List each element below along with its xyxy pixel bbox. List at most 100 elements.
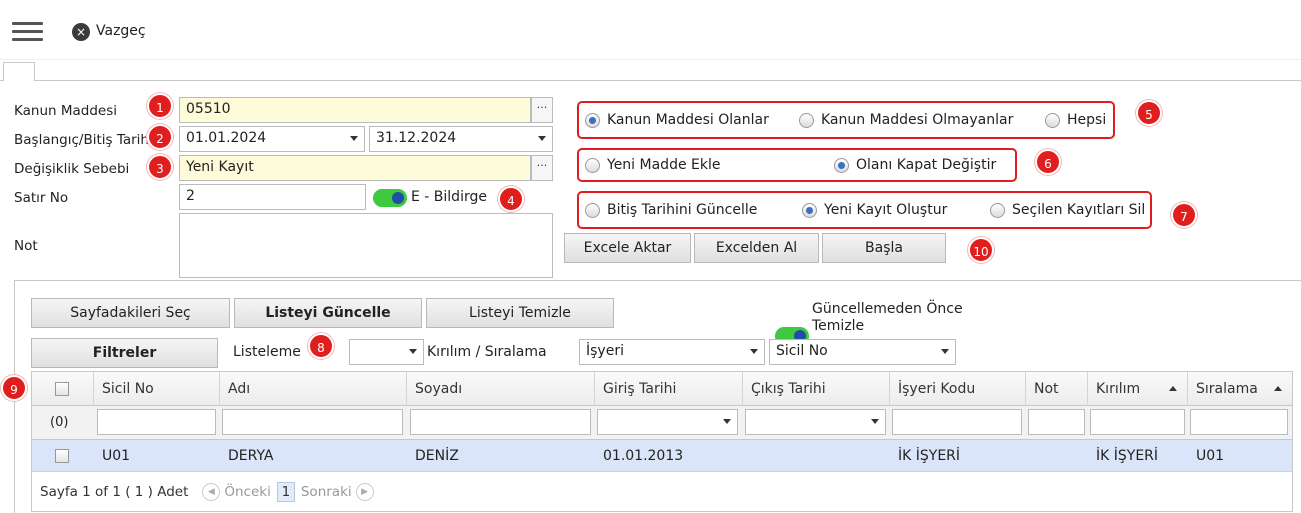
select-all-cell (32, 372, 94, 406)
select-page-button[interactable]: Sayfadakileri Seç (31, 298, 230, 328)
radio-secilen-kayitlari-sil[interactable]: Seçilen Kayıtları Sil (990, 200, 1145, 220)
ebildirge-toggle[interactable] (373, 189, 407, 207)
kirilim-select[interactable]: İşyeri (579, 339, 765, 365)
satir-no-input[interactable]: 2 (179, 184, 366, 210)
radio-bitis-tarihini-guncelle[interactable]: Bitiş Tarihini Güncelle (585, 200, 757, 220)
ebildirge-label: E - Bildirge (411, 189, 487, 205)
column-siralama[interactable]: Sıralama (1188, 372, 1292, 406)
data-grid: Sicil No Adı Soyadı Giriş Tarihi Çıkış T… (31, 371, 1293, 512)
sort-ascending-icon (1169, 386, 1177, 391)
radio-on-icon (585, 112, 600, 128)
column-soyadi[interactable]: Soyadı (407, 372, 595, 406)
filter-not[interactable] (1028, 409, 1085, 435)
column-isyeri-kodu[interactable]: İşyeri Kodu (890, 372, 1026, 406)
radio-on-icon (834, 157, 849, 173)
filters-button[interactable]: Filtreler (31, 338, 218, 368)
siralama-select[interactable]: Sicil No (769, 339, 956, 365)
filter-cikis-tarihi[interactable] (745, 409, 886, 435)
radio-label: Yeni Madde Ekle (607, 157, 721, 173)
badge-1: 1 (147, 93, 173, 119)
filter-giris-tarihi[interactable] (597, 409, 738, 435)
cell-siralama: U01 (1196, 448, 1225, 464)
start-button[interactable]: Başla (822, 233, 946, 263)
radio-kanun-maddesi-olmayanlar[interactable]: Kanun Maddesi Olmayanlar (799, 110, 1013, 130)
refresh-list-button[interactable]: Listeyi Güncelle (234, 298, 422, 328)
kanun-maddesi-lookup-button[interactable]: ··· (531, 97, 553, 123)
column-not[interactable]: Not (1026, 372, 1088, 406)
close-icon[interactable]: × (72, 23, 90, 41)
radio-olani-kapat-degistir[interactable]: Olanı Kapat Değiştir (834, 155, 996, 175)
cell-not (1026, 440, 1034, 472)
column-siralama-label: Sıralama (1196, 381, 1258, 397)
degisiklik-sebebi-lookup-button[interactable]: ··· (531, 155, 553, 181)
radio-hepsi[interactable]: Hepsi (1045, 110, 1106, 130)
radio-yeni-madde-ekle[interactable]: Yeni Madde Ekle (585, 155, 720, 175)
filter-siralama[interactable] (1190, 409, 1288, 435)
degisiklik-sebebi-label: Değişiklik Sebebi (14, 161, 130, 177)
radio-yeni-kayit-olustur[interactable]: Yeni Kayıt Oluştur (802, 200, 947, 220)
filter-adi[interactable] (222, 409, 403, 435)
row-count: (0) (50, 415, 69, 430)
chevron-down-icon (538, 136, 546, 141)
next-page-icon[interactable]: ▶ (355, 483, 374, 501)
table-row[interactable]: U01 DERYA DENİZ 01.01.2013 İK İŞYERİ İK … (32, 440, 1292, 472)
cell-kirilim: İK İŞYERİ (1096, 448, 1159, 464)
kirilim-value: İşyeri (586, 343, 624, 359)
filter-soyadi[interactable] (410, 409, 591, 435)
menu-hamburger-icon[interactable] (12, 22, 44, 42)
badge-6: 6 (1035, 149, 1061, 175)
cancel-button[interactable]: Vazgeç (96, 23, 146, 39)
clear-list-button[interactable]: Listeyi Temizle (426, 298, 614, 328)
pager-summary: Sayfa 1 of 1 ( 1 ) Adet (40, 484, 189, 500)
listeleme-label: Listeleme (233, 344, 301, 360)
kirilim-siralama-label: Kırılım / Sıralama (427, 344, 547, 360)
start-date-value: 01.01.2024 (186, 130, 267, 146)
radio-off-icon (799, 112, 814, 128)
prev-page-button[interactable]: Önceki (224, 484, 270, 500)
prev-page-icon[interactable]: ◀ (202, 483, 221, 501)
listeleme-select[interactable] (349, 339, 424, 365)
column-kirilim[interactable]: Kırılım (1088, 372, 1188, 406)
kanun-maddesi-input[interactable]: 05510 (179, 97, 531, 123)
sort-ascending-icon (1274, 386, 1282, 391)
row-checkbox[interactable] (55, 449, 69, 463)
siralama-value: Sicil No (776, 343, 828, 359)
filter-kirilim[interactable] (1090, 409, 1185, 435)
degisiklik-sebebi-input[interactable]: Yeni Kayıt (179, 155, 531, 181)
cell-soyadi: DENİZ (415, 448, 459, 464)
column-adi[interactable]: Adı (220, 372, 407, 406)
column-cikis-tarihi[interactable]: Çıkış Tarihi (743, 372, 890, 406)
filter-isyeri-kodu[interactable] (892, 409, 1022, 435)
excel-import-button[interactable]: Excelden Al (694, 233, 819, 263)
grid-pager: Sayfa 1 of 1 ( 1 ) Adet ◀ Önceki 1 Sonra… (32, 473, 1292, 511)
end-date-select[interactable]: 31.12.2024 (369, 126, 553, 152)
badge-3: 3 (147, 154, 173, 180)
not-textarea[interactable] (179, 213, 553, 278)
kanun-maddesi-label: Kanun Maddesi (14, 103, 117, 119)
radio-label: Hepsi (1067, 112, 1107, 128)
cell-sicil-no: U01 (102, 448, 131, 464)
radio-kanun-maddesi-olanlar[interactable]: Kanun Maddesi Olanlar (585, 110, 769, 130)
badge-5: 5 (1136, 100, 1162, 126)
chevron-down-icon (941, 349, 949, 354)
chevron-down-icon (871, 419, 879, 424)
radio-label: Seçilen Kayıtları Sil (1012, 202, 1146, 218)
column-giris-tarihi[interactable]: Giriş Tarihi (595, 372, 743, 406)
radio-on-icon (802, 202, 817, 218)
excel-export-button[interactable]: Excele Aktar (564, 233, 691, 263)
radio-label: Yeni Kayıt Oluştur (824, 202, 948, 218)
current-page[interactable]: 1 (276, 482, 295, 502)
clear-before-update-line1: Güncellemeden Önce (812, 301, 963, 317)
tab-main[interactable] (3, 62, 35, 81)
chevron-down-icon (723, 419, 731, 424)
select-all-checkbox[interactable] (55, 382, 69, 396)
badge-2: 2 (147, 124, 173, 150)
start-date-select[interactable]: 01.01.2024 (179, 126, 365, 152)
radio-label: Bitiş Tarihini Güncelle (607, 202, 758, 218)
next-page-button[interactable]: Sonraki (301, 484, 352, 500)
column-sicil-no[interactable]: Sicil No (94, 372, 220, 406)
radio-off-icon (585, 157, 600, 173)
filter-sicil-no[interactable] (97, 409, 216, 435)
tab-strip-divider (0, 80, 1301, 81)
not-label: Not (14, 238, 38, 254)
